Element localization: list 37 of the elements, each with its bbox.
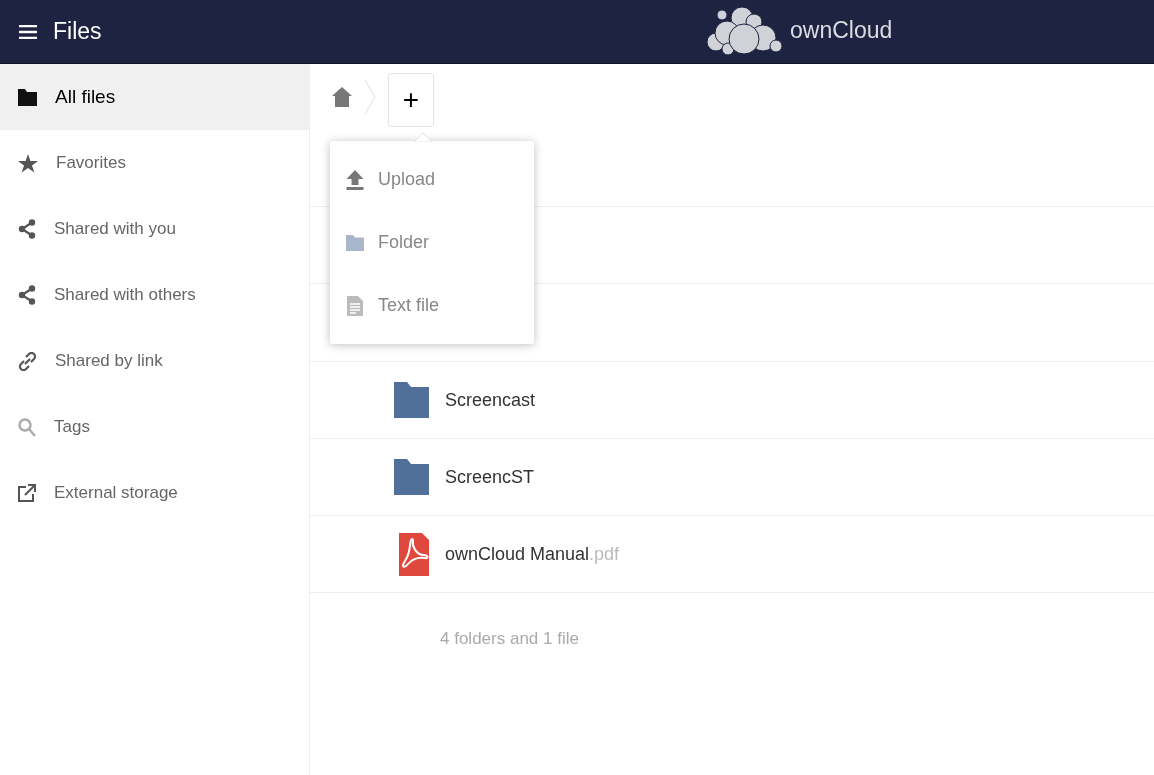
- folder-icon: [394, 382, 429, 418]
- menu-item[interactable]: Upload: [330, 148, 534, 211]
- share-icon: [18, 219, 36, 239]
- sidebar-item[interactable]: Shared by link: [0, 328, 309, 394]
- file-summary: 4 folders and 1 file: [439, 628, 580, 649]
- file-name: ownCloud Manual.pdf: [445, 543, 620, 565]
- file-row[interactable]: ScreencST: [310, 439, 1154, 516]
- menu-item[interactable]: Text file: [330, 274, 534, 337]
- home-icon[interactable]: [332, 87, 352, 107]
- file-name: ScreencST: [445, 466, 535, 488]
- folder-icon: [18, 88, 37, 106]
- menu-item[interactable]: Folder: [330, 211, 534, 274]
- sidebar-item[interactable]: Tags: [0, 394, 309, 460]
- pdf-file-icon: [399, 532, 429, 576]
- file-row[interactable]: ownCloud Manual.pdf: [310, 516, 1154, 593]
- new-button[interactable]: +: [388, 73, 434, 127]
- sidebar-item[interactable]: Shared with others: [0, 262, 309, 328]
- star-icon: [18, 153, 38, 173]
- upload-icon: [346, 169, 364, 190]
- sidebar-item[interactable]: Shared with you: [0, 196, 309, 262]
- menu-icon[interactable]: [19, 24, 37, 39]
- cloud-logo-icon: [706, 5, 782, 55]
- folder-icon: [346, 234, 364, 251]
- sidebar-item[interactable]: All files: [0, 64, 309, 130]
- search-icon: [18, 417, 36, 437]
- file-row[interactable]: Screencast: [310, 362, 1154, 439]
- sidebar-item[interactable]: Favorites: [0, 130, 309, 196]
- folder-icon: [394, 459, 429, 495]
- logo-text: ownCloud: [790, 16, 893, 44]
- text-file-icon: [346, 295, 364, 316]
- external-link-icon: [18, 484, 36, 502]
- sidebar-item[interactable]: External storage: [0, 460, 309, 526]
- app-title: Files: [53, 18, 102, 45]
- link-icon: [18, 351, 37, 371]
- share-icon: [18, 285, 36, 305]
- file-name: Screencast: [445, 389, 536, 411]
- breadcrumb-separator-icon: [364, 80, 376, 114]
